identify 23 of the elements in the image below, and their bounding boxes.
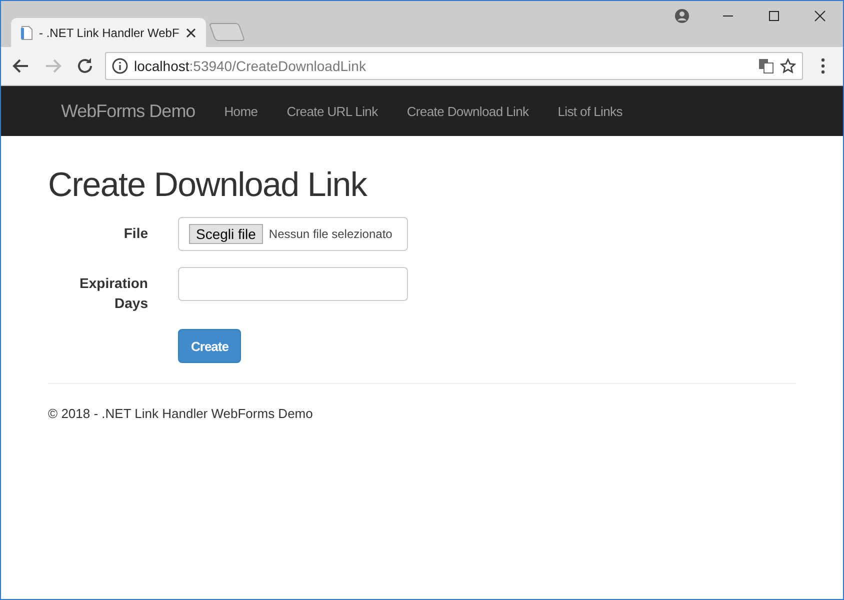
nav-link[interactable]: Create Download Link — [406, 104, 529, 118]
page-heading: Create Download Link — [48, 166, 368, 205]
address-bar[interactable]: localhost:53940/CreateDownloadLink — [105, 52, 803, 80]
nav-link[interactable]: Home — [224, 104, 258, 118]
input-field[interactable] — [178, 267, 408, 301]
page-icon — [21, 26, 33, 40]
tab-title: - .NET Link Handler WebF — [39, 26, 180, 40]
choose-file-button[interactable]: Scegli file — [189, 224, 263, 244]
file-status: Nessun file selezionato — [268, 227, 392, 241]
nav-link[interactable]: List of Links — [558, 104, 622, 118]
browser-tab[interactable]: - .NET Link Handler WebF — [11, 18, 206, 47]
url-text: localhost:53940/CreateDownloadLink — [134, 58, 367, 74]
brand-link[interactable]: WebForms Demo — [61, 100, 196, 122]
footer-text: © 2018 - .NET Link Handler WebForms Demo — [48, 406, 314, 421]
file-input[interactable]: Scegli file Nessun file selezionato — [178, 217, 408, 251]
star-icon[interactable] — [780, 58, 796, 74]
field-label: Expiration Days — [78, 274, 148, 313]
create-button[interactable]: Create — [178, 329, 242, 363]
translate-icon[interactable] — [758, 58, 774, 74]
nav-link[interactable]: Create URL Link — [286, 104, 378, 118]
close-icon[interactable] — [186, 28, 196, 38]
info-icon[interactable] — [112, 58, 128, 74]
field-label: File — [122, 224, 148, 243]
